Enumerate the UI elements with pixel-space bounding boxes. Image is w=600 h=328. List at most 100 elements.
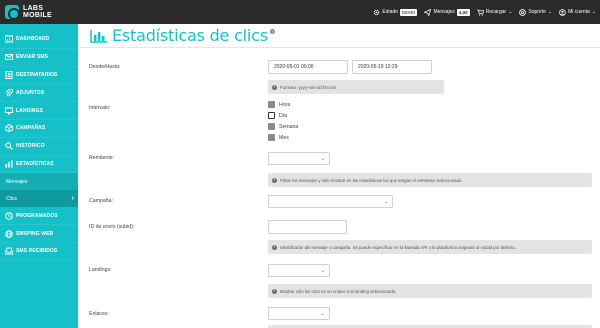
- box-icon: [5, 124, 13, 133]
- sidebar-item-label: LANDINGS: [16, 107, 43, 114]
- soporte-label: Soporte: [528, 9, 546, 15]
- sidebar-item-dashboard[interactable]: DASHBOARD: [0, 31, 78, 49]
- chevron-down-icon: ⌄: [320, 268, 325, 274]
- hasta-input[interactable]: 2020-05-19 12:29: [352, 60, 432, 74]
- logo[interactable]: LABS MOBILE: [0, 0, 78, 24]
- sidebar-item-adjuntos[interactable]: ADJUNTOS: [0, 84, 78, 103]
- id-envio-label: ID de envío (subid):: [89, 224, 135, 230]
- option-label: Mes: [279, 134, 289, 141]
- page-header: Estadísticas de clics ?: [78, 24, 600, 48]
- checkbox-dia[interactable]: [268, 112, 275, 119]
- top-bar: Estado DEMO Mensajes 4,00 Recargar ⌄ Sop…: [78, 0, 600, 24]
- info-icon: ?: [272, 84, 277, 90]
- user-icon: [559, 8, 566, 16]
- sidebar-item-label: DESTINATARIOS: [16, 71, 58, 78]
- paper-plane-icon: [424, 8, 432, 16]
- recargar-menu[interactable]: Recargar ⌄: [476, 8, 513, 16]
- chevron-down-icon: ⌄: [383, 199, 388, 205]
- soporte-menu[interactable]: Soporte ⌄: [519, 8, 553, 16]
- logo-line1: LABS: [23, 5, 44, 12]
- remitente-help: ? Filtrar los mensajes y sólo mostrar en…: [268, 173, 592, 187]
- checkbox-semana[interactable]: [268, 123, 275, 130]
- paperclip-icon: [5, 88, 13, 97]
- envelope-icon: [5, 53, 13, 61]
- cuenta-menu[interactable]: Mi cuenta ⌄: [559, 8, 596, 16]
- formato-help-text: Formato: yyyy-mm-dd hh:mm: [280, 84, 337, 90]
- sidebar-item-programados[interactable]: PROGRAMADOS: [0, 207, 78, 226]
- chevron-down-icon: ⌄: [591, 9, 596, 15]
- campana-label: Campaña:: [89, 198, 113, 204]
- mensajes-badge: 4,00: [456, 8, 470, 16]
- info-icon: ?: [272, 288, 277, 294]
- chevron-right-icon: ›: [71, 195, 74, 203]
- globe-icon: [5, 229, 13, 238]
- desde-input[interactable]: 2020-05-01 00:00: [268, 60, 348, 74]
- landings-select[interactable]: ⌄: [268, 264, 330, 277]
- chevron-down-icon: ⌄: [547, 9, 553, 15]
- formato-help: ? Formato: yyyy-mm-dd hh:mm: [268, 80, 444, 94]
- landings-help: ? Mostrar sólo los clics en un enlace a …: [268, 284, 592, 298]
- chevron-down-icon: ⌄: [320, 156, 325, 162]
- intervalo-option-mes[interactable]: Mes: [268, 134, 289, 141]
- sidebar-item-label: ESTADÍSTICAS: [16, 160, 54, 167]
- option-label: Semana: [279, 123, 299, 130]
- sidebar-subitem-label: Mensajes: [6, 178, 28, 185]
- life-ring-icon: [519, 8, 527, 16]
- sidebar-item-landings[interactable]: LANDINGS: [0, 102, 78, 120]
- id-envio-help: ? Identificador del mensaje o campaña. S…: [268, 240, 592, 254]
- inbox-icon: [5, 247, 13, 255]
- mensajes-item[interactable]: Mensajes 4,00: [424, 8, 470, 16]
- sidebar-item-label: HISTÓRICO: [16, 143, 45, 150]
- landings-label: Landings:: [89, 267, 112, 273]
- estado-badge: DEMO: [399, 8, 418, 16]
- info-icon: ?: [272, 177, 277, 183]
- sidebar-subitem-mensajes[interactable]: Mensajes: [0, 173, 78, 191]
- sidebar-item-label: ENVIAR SMS: [16, 54, 49, 61]
- sidebar: LABS MOBILE DASHBOARD ENVIAR SMS DESTINA…: [0, 0, 78, 328]
- checkbox-hora[interactable]: [268, 101, 275, 108]
- intervalo-label: Intervalo:: [89, 105, 111, 111]
- checkbox-mes[interactable]: [268, 134, 275, 141]
- sidebar-item-estadisticas[interactable]: ESTADÍSTICAS: [0, 156, 78, 174]
- sidebar-item-sms-recibidos[interactable]: SMS RECIBIDOS: [0, 243, 78, 261]
- monitor-icon: [5, 107, 13, 115]
- help-icon[interactable]: ?: [269, 29, 275, 34]
- id-envio-input[interactable]: [268, 220, 347, 234]
- chevron-down-icon: ⌄: [320, 311, 325, 317]
- intervalo-option-hora[interactable]: Hora: [268, 101, 290, 108]
- chevron-down-icon: ⌄: [508, 9, 513, 15]
- clock-icon: [5, 211, 13, 220]
- sidebar-item-smsping-web[interactable]: SMSPING WEB: [0, 225, 78, 243]
- bar-chart-icon: [5, 160, 13, 168]
- sidebar-subitem-label: Clics: [6, 195, 17, 202]
- cuenta-label: Mi cuenta: [568, 9, 590, 15]
- option-label: Hora: [279, 101, 291, 108]
- enlaces-select[interactable]: ⌄: [268, 307, 330, 320]
- sidebar-item-destinatarios[interactable]: DESTINATARIOS: [0, 67, 78, 85]
- remitente-select[interactable]: ⌄: [268, 152, 330, 165]
- main-content: Estadísticas de clics ? Desde/Hasta: 202…: [78, 24, 600, 328]
- sidebar-item-historico[interactable]: HISTÓRICO: [0, 138, 78, 156]
- intervalo-option-dia[interactable]: Día: [268, 112, 287, 119]
- logo-text: LABS MOBILE: [23, 5, 52, 19]
- info-icon: ?: [272, 244, 277, 250]
- dashboard-icon: [5, 35, 13, 43]
- desde-hasta-label: Desde/Hasta:: [89, 64, 121, 70]
- sidebar-item-label: CAMPAÑAS: [16, 125, 46, 132]
- campana-select[interactable]: ⌄: [268, 195, 393, 208]
- recargar-label: Recargar: [485, 9, 507, 15]
- sidebar-item-label: SMSPING WEB: [16, 230, 54, 237]
- enlaces-label: Enlaces:: [89, 311, 109, 317]
- estado-item[interactable]: Estado DEMO: [373, 8, 418, 16]
- remitente-label: Remitente:: [89, 155, 115, 161]
- intervalo-option-semana[interactable]: Semana: [268, 123, 298, 130]
- gear-icon: [374, 9, 380, 15]
- sidebar-item-campanas[interactable]: CAMPAÑAS: [0, 120, 78, 138]
- sidebar-subitem-clics[interactable]: Clics ›: [0, 190, 78, 208]
- sidebar-item-label: PROGRAMADOS: [16, 212, 58, 219]
- sidebar-item-label: SMS RECIBIDOS: [16, 248, 58, 255]
- sidebar-item-enviar-sms[interactable]: ENVIAR SMS: [0, 49, 78, 67]
- contacts-icon: [5, 70, 13, 79]
- id-envio-help-text: Identificador del mensaje o campaña. Se …: [280, 244, 516, 250]
- landings-help-text: Mostrar sólo los clics en un enlace a la…: [280, 288, 397, 294]
